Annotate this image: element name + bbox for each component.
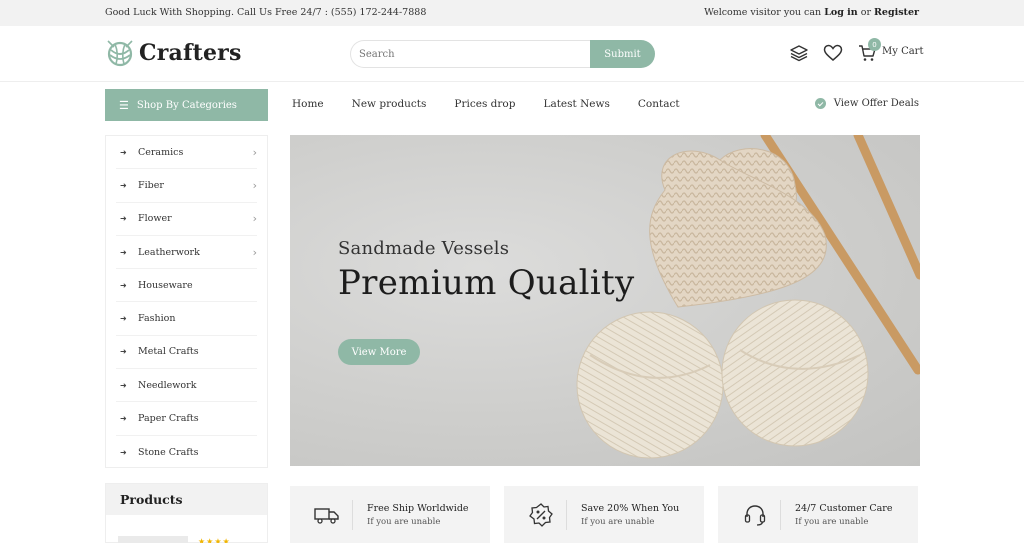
category-item[interactable]: ➜ Paper Crafts [116, 402, 257, 436]
heart-icon[interactable] [822, 42, 844, 64]
arrow-right-icon: ➜ [120, 247, 127, 257]
cart-count-badge: 0 [868, 38, 881, 51]
arrow-right-icon: ➜ [120, 280, 127, 290]
service-desc: If you are unable [367, 516, 441, 527]
chevron-right-icon: › [252, 245, 257, 259]
login-link[interactable]: Log in [824, 7, 857, 18]
header-actions: 0 My Cart [788, 38, 924, 64]
products-panel: Products ★★★★ [105, 483, 268, 543]
arrow-right-icon: ➜ [120, 347, 127, 357]
categories-button-label: Shop By Categories [136, 99, 237, 111]
percent-badge-icon [526, 499, 567, 530]
service-box-support: 24/7 Customer Care If you are unable [718, 486, 918, 543]
headset-icon [740, 499, 781, 530]
search-submit-button[interactable]: Submit [590, 40, 655, 68]
arrow-right-icon: ➜ [120, 314, 127, 324]
search-input[interactable] [350, 40, 590, 68]
category-label: Fashion [138, 313, 176, 325]
arrow-right-icon: ➜ [120, 147, 127, 157]
chevron-right-icon: › [252, 178, 257, 192]
category-item[interactable]: ➜ Metal Crafts [116, 336, 257, 370]
category-label: Fiber [138, 179, 164, 191]
arrow-right-icon: ➜ [120, 414, 127, 424]
category-label: Paper Crafts [138, 413, 199, 425]
offer-label: View Offer Deals [833, 98, 919, 109]
category-item[interactable]: ➜ Stone Crafts [116, 436, 257, 469]
arrow-right-icon: ➜ [120, 180, 127, 190]
nav-latest-news[interactable]: Latest News [543, 98, 609, 110]
service-title: Save 20% When You [581, 502, 680, 514]
arrow-right-icon: ➜ [120, 447, 127, 457]
category-item[interactable]: ➜ Ceramics › [116, 136, 257, 170]
hero-subtitle: Sandmade Vessels [338, 238, 510, 259]
view-more-button[interactable]: View More [338, 339, 420, 365]
layers-icon[interactable] [788, 42, 810, 64]
service-box-discount: Save 20% When You If you are unable [504, 486, 704, 543]
site-logo[interactable]: Crafters [105, 38, 242, 68]
products-heading: Products [106, 484, 267, 515]
visitor-text: Welcome visitor you can [704, 7, 822, 18]
category-label: Metal Crafts [138, 346, 199, 358]
category-item[interactable]: ➜ Leatherwork › [116, 236, 257, 270]
hero-banner: Sandmade Vessels Premium Quality View Mo… [290, 135, 920, 466]
account-links: Welcome visitor you can Log in or Regist… [704, 7, 919, 18]
or-text: or [860, 7, 871, 18]
category-label: Flower [138, 213, 172, 225]
truck-icon [312, 499, 353, 530]
top-bar: Good Luck With Shopping. Call Us Free 24… [0, 0, 1024, 26]
category-sidebar: ➜ Ceramics › ➜ Fiber › ➜ Flower › ➜ Leatherwork… [105, 135, 268, 468]
main-nav: Home New products Prices drop Latest New… [292, 98, 708, 110]
category-item[interactable]: ➜ Houseware [116, 269, 257, 303]
menu-icon: ☰ [119, 98, 129, 112]
check-badge-icon [814, 98, 826, 109]
category-label: Ceramics [138, 146, 184, 158]
cart-button[interactable]: 0 My Cart [858, 38, 924, 62]
service-title: 24/7 Customer Care [795, 502, 893, 514]
product-thumbnail[interactable] [118, 536, 188, 543]
yarn-logo-icon [107, 40, 133, 67]
category-label: Leatherwork [138, 246, 200, 258]
cart-label: My Cart [882, 45, 924, 57]
nav-home[interactable]: Home [292, 98, 324, 110]
arrow-right-icon: ➜ [120, 380, 127, 390]
category-item[interactable]: ➜ Needlework [116, 369, 257, 403]
hero-title: Premium Quality [338, 263, 635, 303]
logo-text: Crafters [139, 40, 242, 66]
service-desc: If you are unable [795, 516, 869, 527]
rating-stars: ★★★★ [198, 537, 231, 543]
chevron-right-icon: › [252, 212, 257, 226]
nav-new-products[interactable]: New products [352, 98, 427, 110]
nav-contact[interactable]: Contact [638, 98, 680, 110]
service-desc: If you are unable [581, 516, 655, 527]
search-bar: Submit [350, 40, 655, 68]
chevron-right-icon: › [252, 145, 257, 159]
category-item[interactable]: ➜ Fashion [116, 302, 257, 336]
category-label: Needlework [138, 379, 197, 391]
welcome-text: Good Luck With Shopping. Call Us Free 24… [105, 7, 427, 18]
view-offer-deals-link[interactable]: View Offer Deals [814, 98, 919, 109]
register-link[interactable]: Register [874, 7, 919, 18]
category-label: Stone Crafts [138, 446, 199, 458]
category-item[interactable]: ➜ Flower › [116, 203, 257, 236]
arrow-right-icon: ➜ [120, 214, 127, 224]
shop-by-categories-button[interactable]: ☰ Shop By Categories [105, 89, 268, 121]
nav-prices-drop[interactable]: Prices drop [454, 98, 515, 110]
service-title: Free Ship Worldwide [367, 502, 469, 514]
category-label: Houseware [138, 279, 193, 291]
category-item[interactable]: ➜ Fiber › [116, 169, 257, 203]
service-box-shipping: Free Ship Worldwide If you are unable [290, 486, 490, 543]
site-header: Crafters Submit 0 My Cart [0, 26, 1024, 82]
